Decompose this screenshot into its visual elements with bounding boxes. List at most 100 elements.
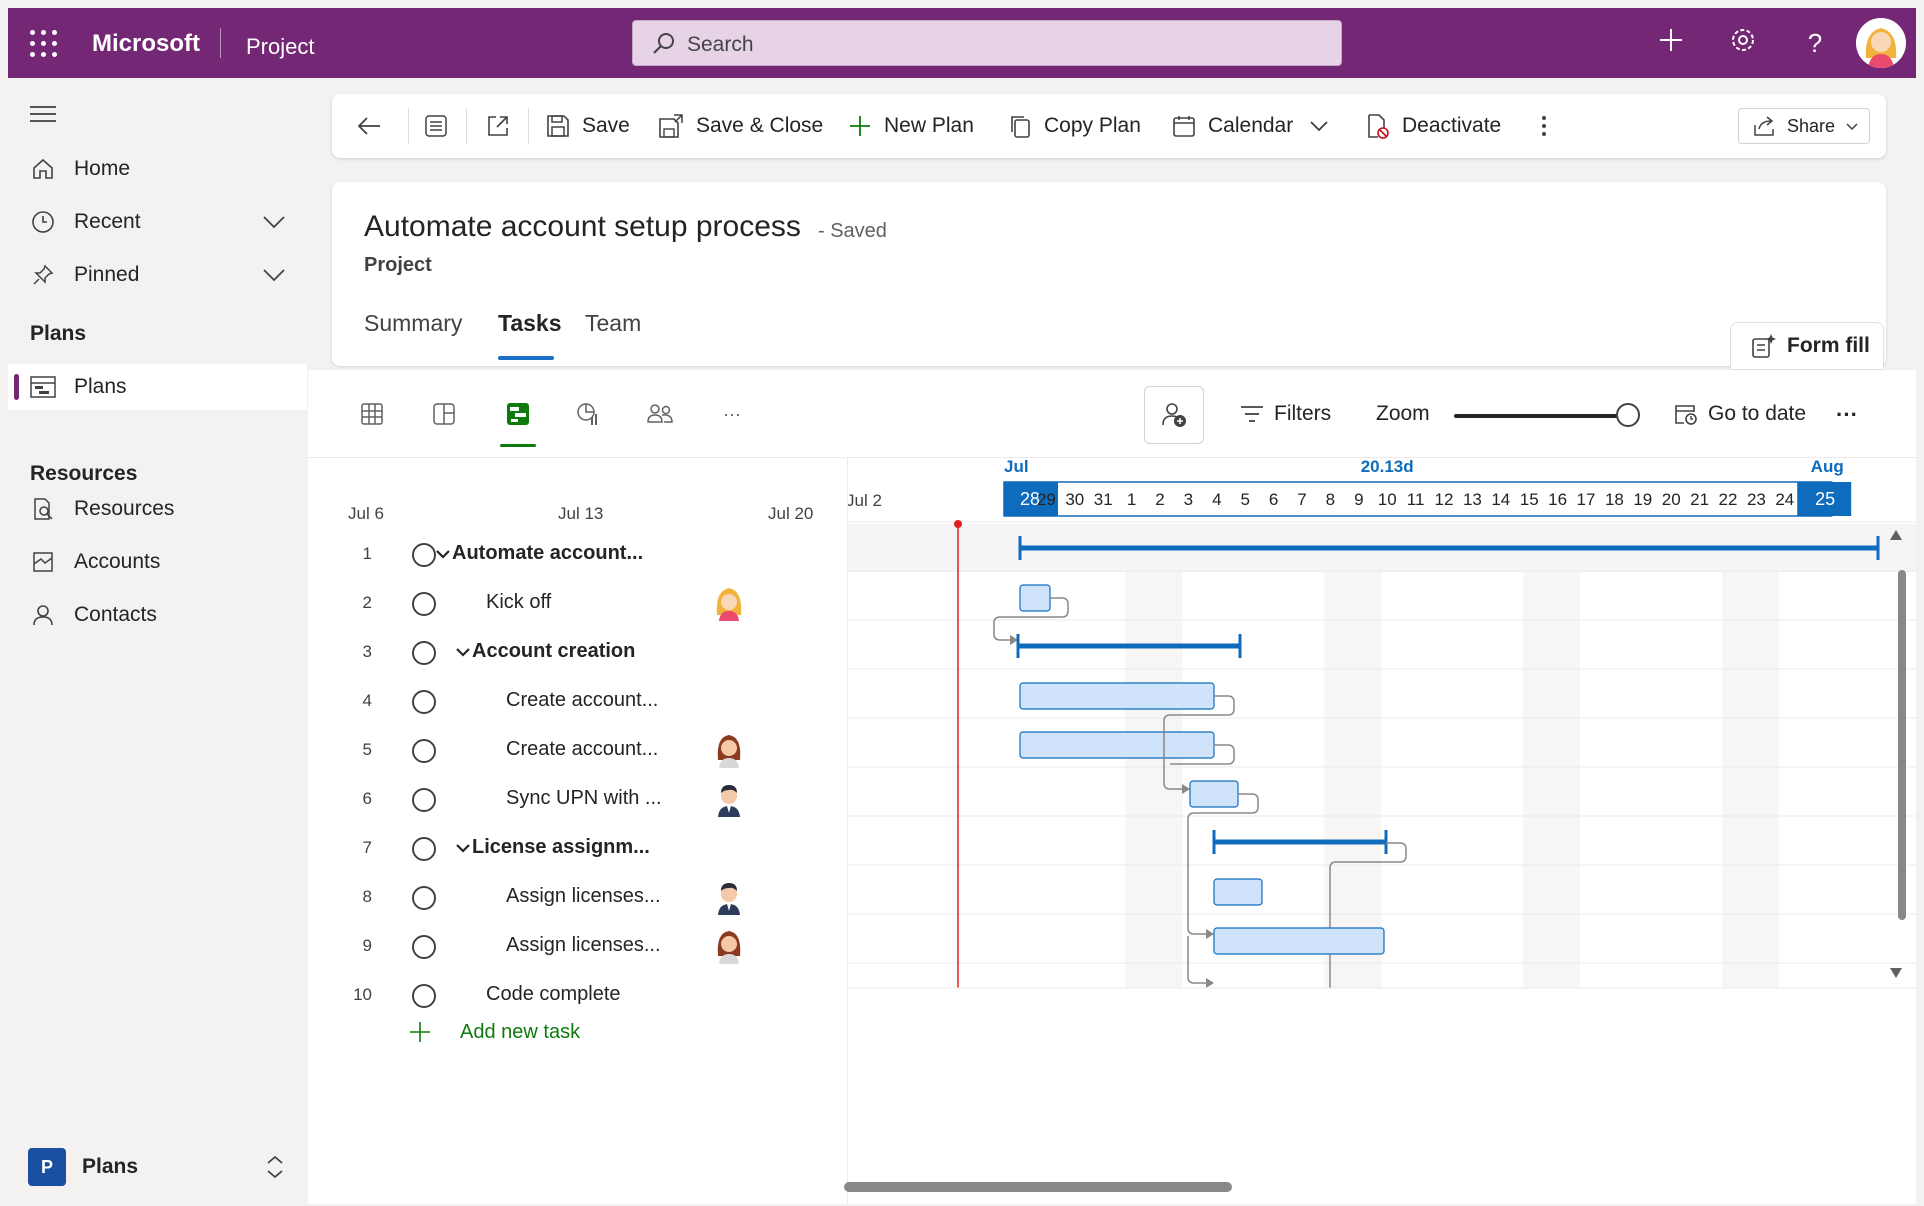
- calendar-button[interactable]: Calendar: [1172, 94, 1293, 158]
- left-navigation: Home Recent Pinned Plans Plans Resources…: [8, 78, 307, 1204]
- user-avatar[interactable]: [1856, 18, 1906, 68]
- people-view-icon[interactable]: [646, 400, 674, 428]
- tab-team[interactable]: Team: [585, 310, 641, 337]
- task-complete-checkbox[interactable]: [412, 935, 436, 959]
- deactivate-button[interactable]: Deactivate: [1366, 94, 1501, 158]
- timescale-date: Jul 2: [848, 491, 882, 510]
- charts-view-icon[interactable]: [574, 400, 602, 428]
- gantt-view: ··· Filters Zoom Go to date ··· Jul 6 Ju…: [308, 370, 1916, 1204]
- nav-item-pinned[interactable]: Pinned: [8, 252, 307, 298]
- more-views-icon[interactable]: ···: [718, 400, 746, 428]
- form-fill-button[interactable]: Form fill: [1730, 322, 1884, 370]
- task-name[interactable]: Code complete: [486, 983, 621, 1006]
- list-details-icon: [424, 114, 448, 138]
- save-button[interactable]: Save: [546, 94, 630, 158]
- area-label: Plans: [82, 1155, 139, 1178]
- gantt-chart[interactable]: Jul 2 28 29 30 31 1 2 3 4 5 6 7 8 9 10 11 12 13 14 15 16 17 18…: [848, 458, 1916, 1204]
- nav-item-plans[interactable]: Plans: [8, 364, 307, 410]
- tab-tasks[interactable]: Tasks: [498, 310, 562, 337]
- board-view-icon[interactable]: [430, 400, 458, 428]
- nav-item-label: Home: [74, 157, 131, 180]
- app-launcher-icon[interactable]: [30, 30, 58, 58]
- page-title: Automate account setup process: [364, 210, 801, 243]
- plans-board-icon: [28, 376, 58, 398]
- save-close-button[interactable]: Save & Close: [658, 94, 823, 158]
- app-name[interactable]: Project: [246, 34, 314, 60]
- task-bar: [1189, 780, 1239, 808]
- task-name[interactable]: License assignm...: [472, 836, 650, 859]
- nav-item-home[interactable]: Home: [8, 146, 307, 192]
- grid-view-icon[interactable]: [358, 400, 386, 428]
- save-icon: [546, 114, 570, 138]
- nav-item-contacts[interactable]: Contacts: [8, 592, 307, 638]
- share-button[interactable]: Share: [1738, 108, 1870, 144]
- chevron-down-icon[interactable]: [436, 544, 450, 567]
- help-icon[interactable]: ?: [1798, 26, 1832, 60]
- nav-item-label: Recent: [74, 210, 141, 233]
- nav-item-resources[interactable]: Resources: [8, 486, 307, 532]
- tab-summary[interactable]: Summary: [364, 310, 462, 337]
- task-complete-checkbox[interactable]: [412, 543, 436, 567]
- assignee-avatar[interactable]: [712, 732, 746, 768]
- search-input[interactable]: Search: [632, 20, 1342, 66]
- assign-person-button[interactable]: [1144, 386, 1204, 444]
- task-complete-checkbox[interactable]: [412, 788, 436, 812]
- add-new-task-button[interactable]: Add new task: [408, 1020, 580, 1044]
- open-new-window-button[interactable]: [486, 94, 522, 158]
- more-commands-button[interactable]: [1540, 94, 1560, 158]
- zoom-slider-track[interactable]: [1454, 414, 1630, 418]
- task-name[interactable]: Account creation: [472, 640, 635, 663]
- task-complete-checkbox[interactable]: [412, 886, 436, 910]
- save-status: - Saved: [818, 220, 887, 242]
- task-bar: [1019, 682, 1215, 710]
- timeline-view-icon[interactable]: [504, 400, 532, 428]
- task-name[interactable]: Create account...: [506, 689, 658, 712]
- add-icon[interactable]: [1654, 26, 1688, 60]
- chevron-down-icon[interactable]: [261, 262, 287, 294]
- horizontal-scrollbar[interactable]: [844, 1182, 1232, 1192]
- copy-plan-button[interactable]: Copy Plan: [1008, 94, 1141, 158]
- task-complete-checkbox[interactable]: [412, 690, 436, 714]
- task-complete-checkbox[interactable]: [412, 641, 436, 665]
- task-name[interactable]: Kick off: [486, 591, 551, 614]
- task-name[interactable]: Automate account...: [452, 542, 643, 565]
- table-row[interactable]: 10 Code complete: [308, 965, 848, 1025]
- new-plan-button[interactable]: New Plan: [848, 94, 974, 158]
- task-name[interactable]: Create account...: [506, 738, 658, 761]
- view-toolbar: ··· Filters Zoom Go to date ···: [308, 370, 1916, 458]
- task-name[interactable]: Sync UPN with ...: [506, 787, 662, 810]
- settings-gear-icon[interactable]: [1726, 26, 1760, 60]
- task-complete-checkbox[interactable]: [412, 837, 436, 861]
- task-complete-checkbox[interactable]: [412, 739, 436, 763]
- task-name[interactable]: Assign licenses...: [506, 885, 661, 908]
- filters-button[interactable]: Filters: [1240, 402, 1331, 426]
- brand-name[interactable]: Microsoft: [92, 30, 200, 58]
- plus-icon: [408, 1020, 432, 1044]
- calendar-dropdown[interactable]: [1308, 94, 1342, 158]
- nav-item-recent[interactable]: Recent: [8, 199, 307, 245]
- task-complete-checkbox[interactable]: [412, 592, 436, 616]
- back-button[interactable]: [356, 94, 394, 158]
- dependency-arrow: [1206, 929, 1214, 939]
- area-switcher[interactable]: P Plans: [20, 1142, 306, 1192]
- record-view-button[interactable]: [424, 94, 460, 158]
- nav-item-accounts[interactable]: Accounts: [8, 539, 307, 585]
- zoom-slider-thumb[interactable]: [1616, 403, 1640, 427]
- go-to-date-button[interactable]: Go to date: [1674, 402, 1806, 426]
- more-options-icon[interactable]: ···: [1836, 402, 1858, 428]
- go-to-date-label: Go to date: [1708, 402, 1807, 425]
- hamburger-menu-icon[interactable]: [30, 106, 56, 127]
- task-number: 9: [362, 936, 372, 955]
- task-complete-checkbox[interactable]: [412, 984, 436, 1008]
- timescale-day: 21: [1690, 490, 1709, 509]
- assignee-avatar[interactable]: [712, 879, 746, 915]
- chevron-down-icon[interactable]: [456, 838, 470, 861]
- chevron-down-icon[interactable]: [261, 209, 287, 241]
- assignee-avatar[interactable]: [712, 781, 746, 817]
- assignee-avatar[interactable]: [712, 928, 746, 964]
- vertical-scrollbar[interactable]: [1898, 570, 1906, 920]
- chevron-down-icon[interactable]: [456, 642, 470, 665]
- assignee-avatar[interactable]: [712, 585, 746, 621]
- task-name[interactable]: Assign licenses...: [506, 934, 661, 957]
- command-bar: Save Save & Close New Plan Copy Plan Cal…: [332, 94, 1886, 158]
